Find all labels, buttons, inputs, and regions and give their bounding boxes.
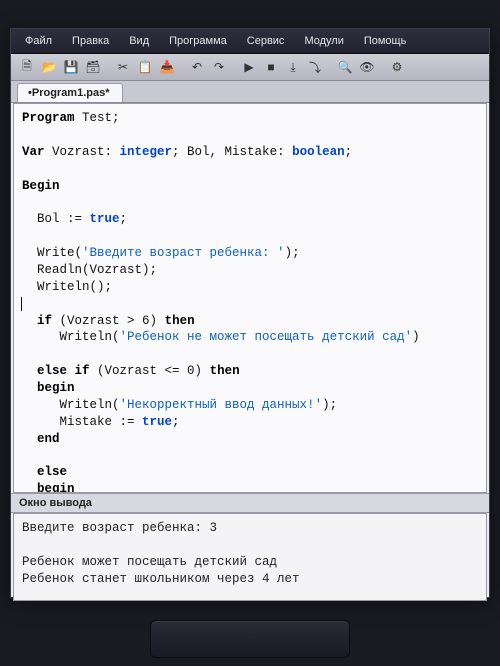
menu-program[interactable]: Программа: [163, 33, 233, 49]
text-cursor: [21, 297, 22, 311]
undo-icon[interactable]: ↶: [187, 57, 207, 77]
paste-icon[interactable]: 📥: [157, 57, 177, 77]
menu-modules[interactable]: Модули: [298, 33, 349, 49]
stop-icon[interactable]: ■: [261, 57, 281, 77]
menubar: Файл Правка Вид Программа Сервис Модули …: [11, 29, 489, 54]
output-panel-title: Окно вывода: [11, 493, 489, 513]
redo-icon[interactable]: ↷: [209, 57, 229, 77]
menu-edit[interactable]: Правка: [66, 33, 115, 49]
menu-service[interactable]: Сервис: [241, 33, 291, 49]
code-editor[interactable]: Program Test; Var Vozrast: integer; Bol,…: [13, 103, 487, 493]
options-icon[interactable]: ⚙: [387, 57, 407, 77]
run-icon[interactable]: ▶: [239, 57, 259, 77]
menu-help[interactable]: Помощь: [358, 33, 413, 49]
step-icon[interactable]: ⤓: [283, 57, 303, 77]
output-panel[interactable]: Введите возраст ребенка: 3 Ребенок может…: [13, 513, 487, 601]
cut-icon[interactable]: ✂: [113, 57, 133, 77]
new-icon[interactable]: 🗎: [17, 57, 37, 77]
open-icon[interactable]: 📂: [39, 57, 59, 77]
copy-icon[interactable]: 📋: [135, 57, 155, 77]
tab-program1[interactable]: •Program1.pas*: [17, 83, 123, 102]
menu-file[interactable]: Файл: [19, 33, 58, 49]
laptop-trackpad-button: [150, 620, 350, 658]
save-icon[interactable]: 💾: [61, 57, 81, 77]
tab-bar: •Program1.pas*: [11, 81, 489, 103]
save-all-icon[interactable]: 🗃: [83, 57, 103, 77]
ide-window: Файл Правка Вид Программа Сервис Модули …: [10, 28, 490, 598]
step-over-icon[interactable]: ⤵: [305, 57, 325, 77]
find-icon[interactable]: 🔍: [335, 57, 355, 77]
code-content: Program Test; Var Vozrast: integer; Bol,…: [14, 104, 486, 493]
watch-icon[interactable]: 👁: [357, 57, 377, 77]
toolbar: 🗎📂💾🗃 ✂📋📥 ↶↷ ▶■⤓⤵ 🔍👁 ⚙: [11, 54, 489, 81]
menu-view[interactable]: Вид: [123, 33, 155, 49]
